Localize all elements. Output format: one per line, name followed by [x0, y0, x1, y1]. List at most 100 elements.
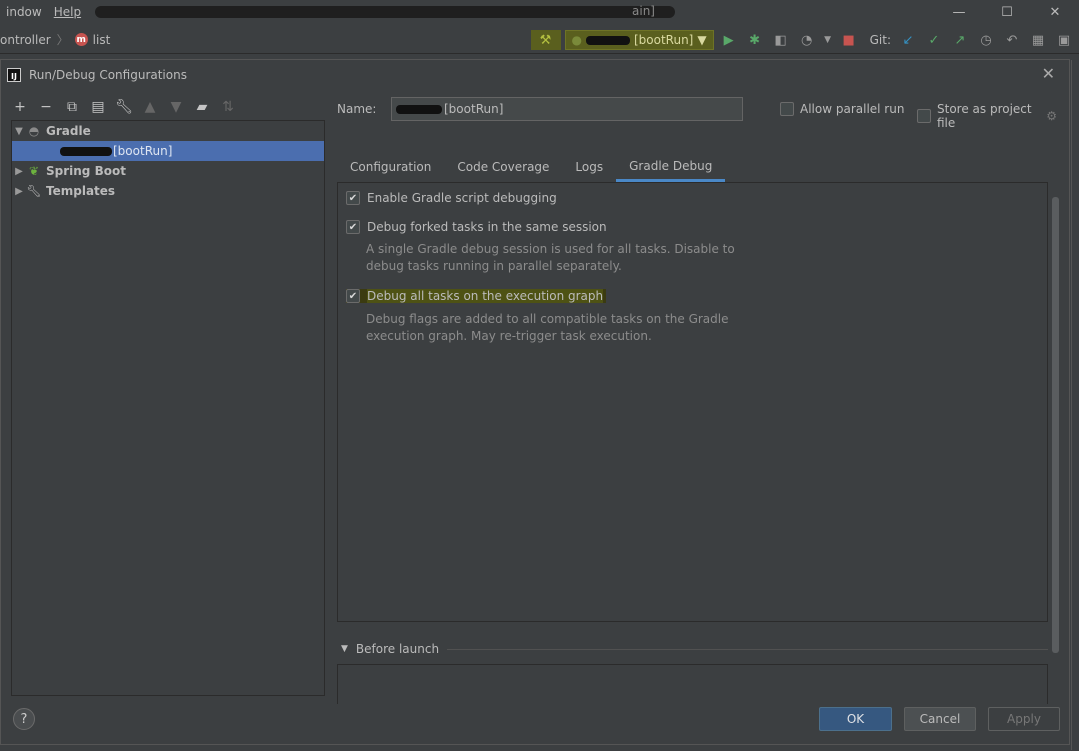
minimize-icon[interactable]: —: [935, 0, 983, 24]
profile-icon[interactable]: ◔: [796, 29, 818, 51]
dialog-close-icon[interactable]: ✕: [1042, 64, 1055, 83]
checkbox-debug-all-tasks[interactable]: ✔: [346, 289, 360, 303]
allow-parallel-label: Allow parallel run: [800, 102, 905, 116]
name-input[interactable]: [bootRun]: [391, 97, 743, 121]
breadcrumb-separator: 〉: [56, 33, 69, 47]
tab-configuration[interactable]: Configuration: [337, 152, 444, 182]
breadcrumb-list[interactable]: list: [93, 33, 111, 47]
wrench-icon: 🔧︎: [26, 184, 42, 198]
help-button[interactable]: ?: [13, 708, 35, 730]
tab-logs[interactable]: Logs: [562, 152, 616, 182]
label-debug-forked-tasks: Debug forked tasks in the same session: [367, 220, 607, 234]
run-config-selector[interactable]: ● [bootRun] ▼: [564, 30, 714, 50]
move-down-icon[interactable]: ▼: [167, 99, 185, 115]
config-tabs: Configuration Code Coverage Logs Gradle …: [337, 152, 726, 182]
tree-item-templates[interactable]: ▶ 🔧︎ Templates: [12, 181, 324, 201]
before-launch-list: [337, 664, 1048, 704]
git-push-icon[interactable]: ↗: [949, 29, 971, 51]
menu-bar: indow Help ain] — ☐ ✕: [0, 0, 1079, 24]
label-debug-all-tasks: Debug all tasks on the execution graph: [367, 289, 604, 303]
option-debug-all-tasks[interactable]: ✔ Debug all tasks on the execution graph: [346, 289, 607, 303]
menu-help[interactable]: Help: [48, 5, 87, 19]
ok-button[interactable]: OK: [819, 707, 892, 731]
desc-debug-forked-tasks: A single Gradle debug session is used fo…: [366, 242, 735, 273]
tab-code-coverage[interactable]: Code Coverage: [444, 152, 562, 182]
git-label: Git:: [869, 33, 891, 47]
tree-label-gradle: Gradle: [46, 124, 91, 138]
intellij-logo-icon: IJ: [7, 68, 21, 82]
desc-debug-all-tasks: Debug flags are added to all compatible …: [366, 312, 729, 343]
git-commit-icon[interactable]: ✓: [923, 29, 945, 51]
tree-item-gradle[interactable]: ▼ ◓ Gradle: [12, 121, 324, 141]
allow-parallel-run[interactable]: Allow parallel run: [780, 102, 904, 116]
gradle-debug-panel: ✔ Enable Gradle script debugging ✔ Debug…: [337, 182, 1059, 653]
remove-icon[interactable]: −: [37, 99, 55, 115]
git-rollback-icon[interactable]: ↶: [1001, 29, 1023, 51]
method-icon: m: [74, 33, 88, 46]
store-project-checkbox[interactable]: [917, 109, 931, 123]
divider: [447, 648, 1048, 650]
name-value: [bootRun]: [444, 102, 504, 116]
tree-label-templates: Templates: [46, 184, 116, 198]
store-as-project-file[interactable]: Store as project file ⚙: [917, 102, 1057, 130]
config-editor: Name: [bootRun] Allow parallel run Store…: [337, 96, 1059, 704]
copy-icon[interactable]: ⧉: [63, 99, 81, 115]
chevron-right-icon[interactable]: ▶: [12, 186, 26, 197]
maximize-icon[interactable]: ☐: [983, 0, 1031, 24]
store-project-label: Store as project file: [937, 102, 1032, 130]
gradle-elephant-icon: ◓: [28, 124, 40, 138]
coverage-icon[interactable]: ◧: [770, 29, 792, 51]
layout-icon[interactable]: ▣: [1053, 29, 1075, 51]
chevron-down-icon[interactable]: ▼: [12, 126, 26, 137]
build-hammer-icon[interactable]: ⚒: [530, 30, 561, 50]
cancel-button[interactable]: Cancel: [904, 707, 976, 731]
breadcrumb-controller[interactable]: ontroller: [0, 33, 51, 47]
tree-label-bootrun: [bootRun]: [113, 144, 173, 158]
option-enable-script-debugging[interactable]: ✔ Enable Gradle script debugging: [346, 191, 557, 205]
triangle-down-icon[interactable]: ▼: [341, 644, 348, 654]
folder-icon[interactable]: ▰: [193, 99, 211, 115]
checkbox-debug-forked-tasks[interactable]: ✔: [346, 220, 360, 234]
option-debug-forked-tasks[interactable]: ✔ Debug forked tasks in the same session: [346, 220, 607, 234]
project-structure-icon[interactable]: ▦: [1027, 29, 1049, 51]
tab-gradle-debug[interactable]: Gradle Debug: [616, 152, 726, 182]
run-icon[interactable]: ▶: [718, 29, 740, 51]
debug-bug-icon[interactable]: ✱: [744, 29, 766, 51]
tree-item-bootrun[interactable]: [bootRun]: [12, 141, 324, 161]
config-tree: ▼ ◓ Gradle [bootRun] ▶ ❦ Spring Boot ▶ 🔧…: [11, 120, 325, 696]
breadcrumb: ontroller 〉 m list: [0, 31, 110, 48]
tree-item-spring-boot[interactable]: ▶ ❦ Spring Boot: [12, 161, 324, 181]
label-enable-script-debugging: Enable Gradle script debugging: [367, 191, 557, 205]
git-history-icon[interactable]: ◷: [975, 29, 997, 51]
spring-boot-icon: ❦: [28, 164, 40, 178]
redacted-config-name: [396, 104, 442, 114]
apply-button[interactable]: Apply: [988, 707, 1060, 731]
panel-scrollbar[interactable]: [1052, 197, 1059, 653]
save-icon[interactable]: ▤: [89, 99, 107, 115]
move-up-icon[interactable]: ▲: [141, 99, 159, 115]
add-icon[interactable]: +: [11, 99, 29, 115]
config-toolbar: + − ⧉ ▤ 🔧︎ ▲ ▼ ▰ ⇅: [11, 96, 237, 118]
tree-label-spring-boot: Spring Boot: [46, 164, 126, 178]
gear-icon[interactable]: ⚙: [1046, 109, 1057, 123]
sort-icon[interactable]: ⇅: [219, 99, 237, 115]
side-tool-strip: [1071, 60, 1079, 750]
redacted-title: [95, 6, 675, 18]
allow-parallel-checkbox[interactable]: [780, 102, 794, 116]
close-window-icon[interactable]: ✕: [1031, 0, 1079, 24]
chevron-right-icon[interactable]: ▶: [12, 166, 26, 177]
dialog-titlebar: IJ Run/Debug Configurations: [1, 60, 1069, 90]
wrench-icon[interactable]: 🔧︎: [115, 99, 133, 115]
git-update-icon[interactable]: ↙: [897, 29, 919, 51]
run-debug-dialog: IJ Run/Debug Configurations ✕ + − ⧉ ▤ 🔧︎…: [0, 59, 1070, 745]
before-launch-label: Before launch: [355, 642, 440, 656]
title-suffix: ain]: [632, 4, 655, 18]
stop-icon[interactable]: ■: [838, 29, 860, 51]
gradle-elephant-icon: ●: [571, 33, 582, 47]
menu-window[interactable]: indow: [0, 5, 48, 19]
checkbox-enable-script-debugging[interactable]: ✔: [346, 191, 360, 205]
before-launch-header[interactable]: ▼ Before launch: [337, 642, 1048, 656]
name-label: Name:: [337, 102, 377, 116]
more-run-chevron-icon[interactable]: ▼: [822, 29, 834, 51]
redacted-config-name: [585, 35, 630, 45]
